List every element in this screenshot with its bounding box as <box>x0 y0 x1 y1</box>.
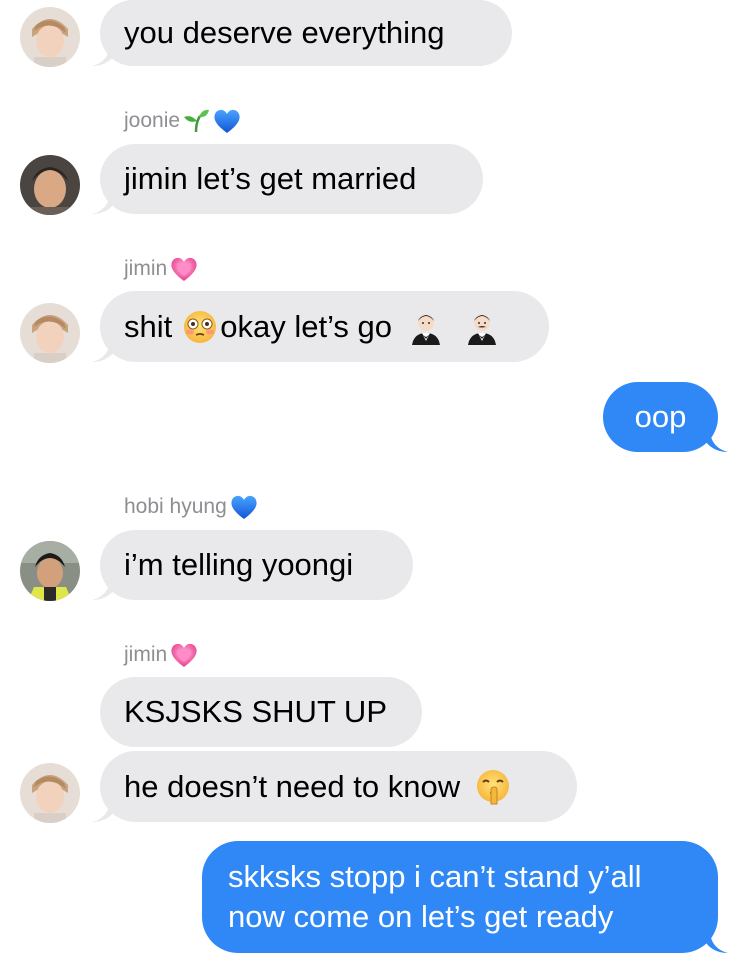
sender-label: hobi hyung <box>124 495 227 518</box>
message-bubble-incoming[interactable]: i’m telling yoongi <box>100 530 413 600</box>
sender-name: jimin <box>124 254 199 284</box>
message-text-line: now come on let’s get ready <box>228 899 614 934</box>
message-text: oop <box>634 399 687 434</box>
sender-name: hobi hyung <box>124 492 259 522</box>
seedling-icon <box>184 109 210 133</box>
bubble-tail <box>92 46 114 66</box>
avatar-jimin[interactable] <box>20 7 80 67</box>
message-text: KSJSKS SHUT UP <box>124 694 388 729</box>
shushing-face-icon <box>477 769 510 804</box>
avatar-jimin[interactable] <box>20 303 80 363</box>
bubble-tail <box>92 194 114 214</box>
avatar-jimin[interactable] <box>20 763 80 823</box>
message-text: jimin let’s get married <box>124 161 417 196</box>
avatar-joonie[interactable] <box>20 155 80 215</box>
bubble-tail <box>92 580 114 600</box>
sender-name: jimin <box>124 640 199 670</box>
message-text: shit <box>124 308 173 344</box>
growing-heart-icon <box>171 257 197 281</box>
message-text: i’m telling yoongi <box>124 547 354 582</box>
blue-heart-icon <box>214 109 240 133</box>
message-bubble-incoming[interactable]: you deserve everything <box>100 0 512 66</box>
message-bubble-incoming[interactable]: KSJSKS SHUT UP <box>100 677 422 747</box>
message-text: you deserve everything <box>124 15 445 50</box>
bubble-tail <box>92 802 114 822</box>
blue-heart-icon <box>231 495 257 519</box>
message-text: he doesn’t need to know <box>124 768 461 804</box>
bubble-tail <box>706 432 728 452</box>
message-bubble-incoming[interactable]: he doesn’t need to know <box>100 751 577 822</box>
message-text: okay let’s go <box>220 308 393 344</box>
sender-label: jimin <box>124 257 168 280</box>
sender-name: joonie <box>124 106 242 136</box>
message-bubble-outgoing[interactable]: oop <box>603 382 718 452</box>
message-bubble-incoming[interactable]: shit okay let’s go <box>100 291 549 362</box>
message-bubble-outgoing[interactable]: skksks stopp i can’t stand y’all now com… <box>202 841 718 953</box>
growing-heart-icon <box>171 643 197 667</box>
bubble-tail <box>92 342 114 362</box>
man-in-tuxedo-icon <box>412 314 441 345</box>
flushed-face-icon <box>184 310 217 343</box>
message-bubble-incoming[interactable]: jimin let’s get married <box>100 144 483 214</box>
bubble-tail <box>706 933 728 953</box>
avatar-hobi[interactable] <box>20 541 80 601</box>
man-in-tuxedo-icon <box>468 314 497 345</box>
message-text-line: skksks stopp i can’t stand y’all <box>228 859 642 894</box>
sender-label: jimin <box>124 643 168 666</box>
sender-label: joonie <box>124 109 181 132</box>
